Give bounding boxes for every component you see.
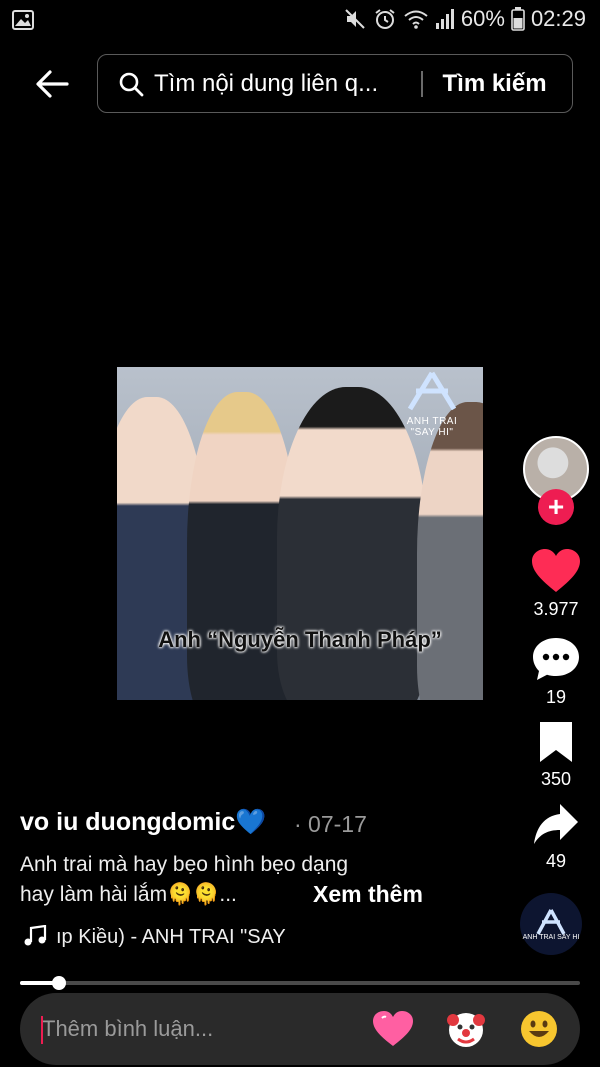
status-bar: 60% 02:29 xyxy=(0,0,600,40)
arrow-left-icon xyxy=(36,70,69,98)
post-description-line2: hay làm hài lắm🫠🫠... xyxy=(20,883,237,906)
sparkling-heart-icon xyxy=(373,1011,413,1046)
music-title[interactable]: ıp Kiều) - ANH TRAI "SAY xyxy=(56,926,286,949)
emoji-clown-button[interactable] xyxy=(444,1007,488,1051)
search-input[interactable]: Tìm nội dung liên q... xyxy=(154,70,399,98)
see-more-link[interactable]: Xem thêm xyxy=(313,881,423,908)
save-count: 350 xyxy=(540,769,572,789)
emoji-heart-button[interactable] xyxy=(371,1007,415,1051)
grinning-face-icon xyxy=(521,1011,557,1047)
clown-face-icon xyxy=(447,1013,485,1047)
like-button[interactable]: 3.977 xyxy=(522,548,590,620)
signal-icon xyxy=(435,8,455,30)
music-note-icon xyxy=(23,924,47,952)
clock: 02:29 xyxy=(530,6,586,31)
gallery-notification-icon xyxy=(12,10,34,35)
search-icon xyxy=(119,72,144,96)
comment-button[interactable]: 19 xyxy=(522,636,590,708)
share-icon xyxy=(534,804,578,844)
like-count: 3.977 xyxy=(533,599,579,619)
video-caption-overlay: Anh “Nguyễn Thanh Pháp” xyxy=(158,627,442,652)
comment-icon xyxy=(533,638,579,680)
show-logo-text: ANH TRAI "SAY HI" xyxy=(406,416,458,438)
video-progress-bar[interactable] xyxy=(20,976,580,990)
post-username[interactable]: vo iu duongdomic💙 xyxy=(20,808,266,837)
post-description-line1: Anh trai mà hay bẹo hình bẹo dạng xyxy=(20,853,349,876)
show-logo-icon xyxy=(536,908,566,935)
heart-icon xyxy=(532,549,580,592)
video-person-right xyxy=(417,402,483,700)
wifi-icon xyxy=(403,8,429,30)
disc-text: ANH TRAI SAY HI xyxy=(522,933,580,941)
mute-icon xyxy=(343,7,367,31)
video-player[interactable]: ANH TRAI "SAY HI" Anh “Nguyễn Thanh Pháp… xyxy=(117,367,483,700)
show-logo-icon xyxy=(407,371,457,411)
battery-icon xyxy=(511,7,525,31)
emoji-smile-button[interactable] xyxy=(517,1007,561,1051)
post-date: · 07-17 xyxy=(294,811,367,837)
music-disc[interactable]: ANH TRAI SAY HI xyxy=(520,893,582,955)
search-button[interactable]: Tìm kiếm xyxy=(443,70,547,98)
save-button[interactable]: 350 xyxy=(522,720,590,790)
share-button[interactable]: 49 xyxy=(522,802,590,872)
bookmark-icon xyxy=(540,722,572,762)
progress-handle[interactable] xyxy=(52,976,67,990)
share-count: 49 xyxy=(545,851,567,871)
comment-bar[interactable]: Thêm bình luận... xyxy=(20,993,580,1065)
comment-count: 19 xyxy=(545,687,567,707)
follow-button[interactable]: + xyxy=(538,489,574,525)
battery-percent: 60% xyxy=(460,6,505,31)
show-logo: ANH TRAI "SAY HI" xyxy=(397,371,467,438)
plus-icon: + xyxy=(547,491,565,522)
text-cursor xyxy=(41,1016,43,1044)
back-button[interactable] xyxy=(30,62,74,106)
alarm-icon xyxy=(373,7,397,31)
search-bar[interactable]: Tìm nội dung liên q... Tìm kiếm xyxy=(97,54,573,113)
comment-input[interactable]: Thêm bình luận... xyxy=(42,1016,213,1042)
search-divider xyxy=(421,70,423,97)
